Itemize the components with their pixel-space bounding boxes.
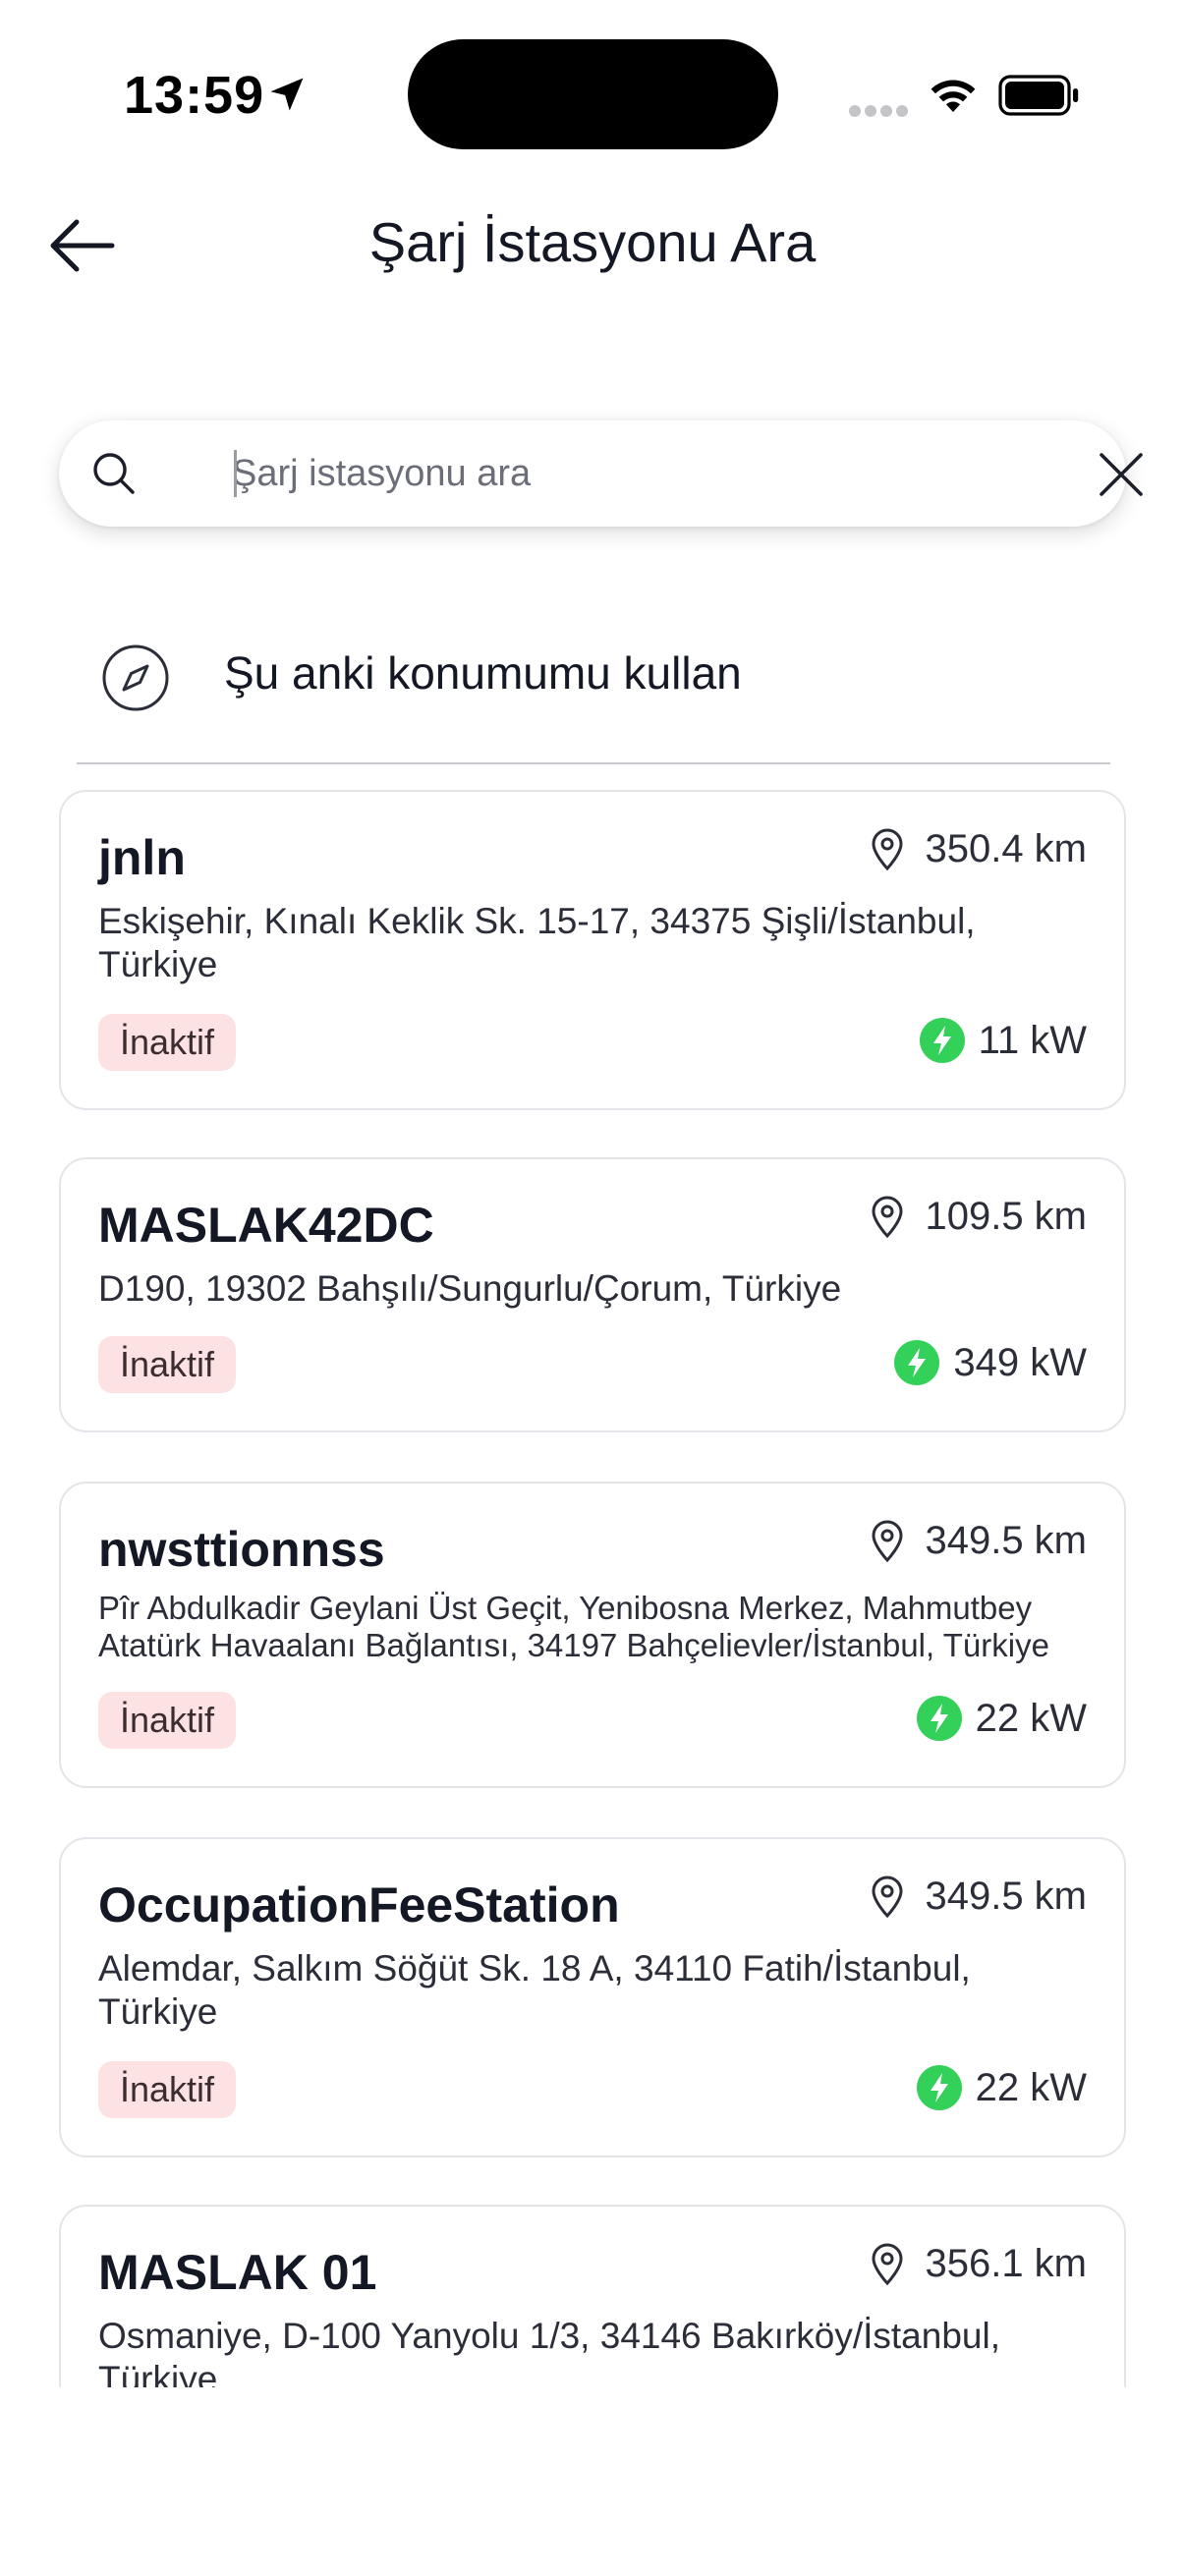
station-distance: 109.5 km [870, 1195, 1087, 1239]
map-pin-icon [872, 1520, 903, 1562]
map-pin-icon [872, 828, 903, 870]
station-name: MASLAK 01 [98, 2245, 377, 2300]
lightning-bolt-icon [916, 1696, 962, 1741]
station-distance: 349.5 km [870, 1875, 1087, 1919]
power-value: 349 kW [953, 1340, 1087, 1384]
station-address: D190, 19302 Bahşılı/Sungurlu/Çorum, Türk… [98, 1268, 842, 1309]
map-pin-icon [872, 2243, 903, 2285]
station-card[interactable]: nwsttionnss 349.5 km Pîr Abdulkadir Geyl… [59, 1482, 1126, 1788]
status-badge: İnaktif [98, 1336, 237, 1393]
status-badge: İnaktif [98, 1692, 237, 1749]
station-address: Pîr Abdulkadir Geylani Üst Geçit, Yenibo… [98, 1590, 1049, 1663]
distance-value: 350.4 km [925, 827, 1087, 870]
lightning-bolt-icon [894, 1340, 940, 1385]
power-value: 11 kW [978, 1018, 1087, 1062]
power-value: 22 kW [975, 2065, 1087, 2109]
power-value: 22 kW [975, 1696, 1087, 1740]
distance-value: 356.1 km [925, 2242, 1087, 2285]
map-pin-icon [872, 1876, 903, 1918]
status-badge: İnaktif [98, 2061, 237, 2118]
station-address: Alemdar, Salkım Söğüt Sk. 18 A, 34110 Fa… [98, 1948, 971, 2032]
station-card[interactable]: MASLAK 01 356.1 km Osmaniye, D-100 Yanyo… [59, 2205, 1126, 2387]
distance-value: 349.5 km [925, 1875, 1087, 1918]
station-power: 349 kW [894, 1340, 1087, 1385]
station-distance: 349.5 km [870, 1519, 1087, 1563]
station-distance: 356.1 km [870, 2242, 1087, 2286]
lightning-bolt-icon [919, 1018, 965, 1063]
station-list: jnln 350.4 km Eskişehir, Kınalı Keklik S… [0, 0, 1185, 2387]
map-pin-icon [872, 1196, 903, 1238]
station-power: 11 kW [919, 1018, 1087, 1063]
station-name: OccupationFeeStation [98, 1877, 620, 1932]
station-power: 22 kW [916, 2065, 1087, 2110]
station-name: nwsttionnss [98, 1522, 385, 1577]
station-name: jnln [98, 830, 186, 885]
station-card[interactable]: OccupationFeeStation 349.5 km Alemdar, S… [59, 1837, 1126, 2157]
status-badge: İnaktif [98, 1014, 237, 1071]
distance-value: 349.5 km [925, 1519, 1087, 1562]
station-address: Osmaniye, D-100 Yanyolu 1/3, 34146 Bakır… [98, 2316, 1000, 2387]
lightning-bolt-icon [916, 2065, 962, 2110]
station-power: 22 kW [916, 1696, 1087, 1741]
station-card[interactable]: jnln 350.4 km Eskişehir, Kınalı Keklik S… [59, 790, 1126, 1110]
station-address: Eskişehir, Kınalı Keklik Sk. 15-17, 3437… [98, 901, 976, 984]
distance-value: 109.5 km [925, 1195, 1087, 1238]
station-distance: 350.4 km [870, 827, 1087, 871]
station-name: MASLAK42DC [98, 1198, 434, 1253]
station-card[interactable]: MASLAK42DC 109.5 km D190, 19302 Bahşılı/… [59, 1157, 1126, 1432]
